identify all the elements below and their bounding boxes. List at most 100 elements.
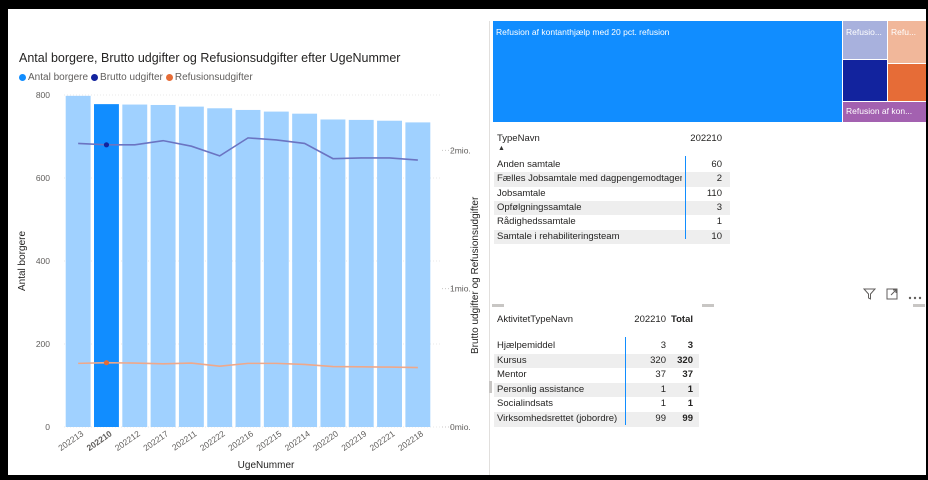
treemap-block-main[interactable]: Refusion af kontanthjælp med 20 pct. ref…	[493, 21, 842, 122]
table-row[interactable]: Fælles Jobsamtale med dagpengemodtager 2	[494, 172, 730, 187]
col-header-aktivitet[interactable]: AktivitetTypeNavn	[497, 314, 573, 325]
row-label-cell: Kursus	[497, 354, 527, 366]
x-tick-label: 202221	[368, 428, 397, 453]
x-tick-label: 202215	[254, 428, 283, 453]
bar-202221[interactable]	[377, 120, 402, 427]
row-value-cell: 1	[660, 398, 666, 410]
bar-202218[interactable]	[405, 122, 431, 427]
row-label-cell: Opfølgningssamtale	[497, 201, 582, 213]
y-tick-label: 800	[36, 90, 50, 100]
more-options-icon[interactable]	[908, 287, 922, 305]
resize-handle-top-left[interactable]	[492, 304, 504, 307]
table-row[interactable]: Virksomhedsrettet (jobordre) 99 99	[494, 412, 699, 427]
x-tick-label: 202218	[396, 428, 425, 453]
y-tick-label: 600	[36, 173, 50, 183]
row-value-cell: 3	[716, 201, 722, 213]
treemap-block-refu[interactable]: Refu...	[888, 21, 926, 63]
y-tick-label: 200	[36, 339, 50, 349]
bar-202219[interactable]	[348, 119, 374, 428]
aktivitet-table[interactable]: AktivitetTypeNavn 202210 Total Hjælpemid…	[494, 309, 699, 427]
x-tick-label: 202214	[283, 428, 312, 453]
row-label-cell: Anden samtale	[497, 159, 561, 170]
row-value-cell: 99	[655, 413, 666, 424]
combo-chart[interactable]: 0 200 400 600 800 0mio. 1mio. 2mio. 202213 202210…	[8, 9, 490, 475]
bar-202215[interactable]	[263, 111, 289, 427]
row-value-cell: 3	[660, 340, 666, 351]
row-label-cell: Hjælpemiddel	[497, 340, 556, 351]
y-tick-label: 0	[45, 422, 50, 432]
col-header-202210[interactable]: 202210	[664, 133, 722, 144]
row-label-cell: Personlig assistance	[497, 383, 585, 395]
secondary-axis-title: Brutto udgifter og Refusionsudgifter	[470, 196, 481, 354]
table-row[interactable]: Jobsamtale 110	[494, 187, 730, 201]
row-value-cell: 2	[716, 173, 722, 185]
table-column-divider	[685, 156, 686, 239]
x-tick-label: 202217	[141, 428, 170, 453]
row-label-cell: Samtale i rehabiliteringsteam	[497, 230, 620, 242]
table-column-divider	[625, 337, 626, 425]
resize-handle-left-mid[interactable]	[489, 381, 492, 393]
col-header-total[interactable]: Total	[666, 314, 693, 325]
treemap-block-orange[interactable]	[888, 64, 926, 101]
x-tick-label: 202210	[85, 428, 114, 453]
treemap-block-refusio[interactable]: Refusio...	[843, 21, 887, 59]
resize-handle-top-mid[interactable]	[702, 304, 714, 307]
table-row[interactable]: Opfølgningssamtale 3	[494, 200, 730, 216]
y2-tick-label: 2mio.	[450, 145, 471, 155]
report-canvas: Antal borgere, Brutto udgifter og Refusi…	[8, 9, 926, 475]
x-tick-label: 202212	[113, 428, 142, 453]
treemap-label-refu: Refu...	[891, 27, 917, 37]
table-row[interactable]: Kursus 320 320	[494, 353, 699, 369]
y-tick-label: 400	[36, 256, 50, 266]
table-row[interactable]: Socialindsats 1 1	[494, 397, 699, 412]
table-row[interactable]: Mentor 37 37	[494, 368, 699, 383]
row-value-cell: 1	[687, 383, 693, 395]
y2-tick-label: 1mio.	[450, 284, 471, 294]
x-tick-label: 202211	[170, 428, 199, 452]
bar-202212[interactable]	[122, 104, 148, 428]
row-value-cell: 1	[687, 398, 693, 410]
col-header-typenavn[interactable]: TypeNavn	[497, 133, 540, 144]
row-label-cell: Fælles Jobsamtale med dagpengemodtager	[497, 173, 682, 185]
typenavn-table[interactable]: TypeNavn ▲ 202210 Anden samtale 60 Fælles …	[494, 129, 730, 244]
treemap-block-purple[interactable]: Refusion af kon...	[843, 102, 926, 122]
row-label-cell: Mentor	[497, 369, 527, 381]
x-tick-label: 202216	[226, 428, 255, 453]
table-row[interactable]: Samtale i rehabiliteringsteam 10	[494, 229, 730, 244]
bar-202216[interactable]	[235, 109, 261, 427]
table-row[interactable]: Hjælpemiddel 3 3	[494, 339, 699, 354]
table-row[interactable]: Rådighedssamtale 1	[494, 215, 730, 229]
treemap-label-purple: Refusion af kon...	[846, 106, 913, 116]
focus-mode-icon[interactable]	[886, 287, 898, 305]
sort-ascending-icon[interactable]: ▲	[498, 145, 505, 152]
row-value-cell: 110	[706, 187, 722, 199]
x-tick-label: 202219	[339, 428, 368, 453]
y-axis-title: Antal borgere	[17, 231, 28, 291]
resize-handle-top-right[interactable]	[913, 304, 925, 307]
visual-divider	[489, 21, 490, 475]
table-row[interactable]: Anden samtale 60	[494, 158, 730, 172]
treemap-label-refusio: Refusio...	[846, 27, 882, 37]
bar-202214[interactable]	[292, 113, 318, 428]
row-value-cell: 1	[716, 216, 722, 228]
treemap-block-navy[interactable]	[843, 60, 887, 101]
row-value-cell: 1	[660, 383, 666, 395]
col-header-202210-b[interactable]: 202210	[622, 314, 666, 325]
bar-202211[interactable]	[178, 106, 204, 428]
row-value-cell: 320	[677, 354, 693, 366]
bar-202210[interactable]	[94, 104, 119, 427]
line-point-brutto-udgifter	[103, 142, 110, 148]
bar-202220[interactable]	[320, 119, 346, 428]
table-row[interactable]: Personlig assistance 1 1	[494, 382, 699, 398]
row-label-cell: Virksomhedsrettet (jobordre)	[497, 413, 618, 424]
x-tick-label: 202220	[311, 428, 340, 453]
row-value-cell: 60	[711, 159, 722, 170]
filter-icon[interactable]	[862, 287, 877, 305]
x-axis-title: UgeNummer	[238, 460, 295, 471]
treemap[interactable]: Refusion af kontanthjælp med 20 pct. ref…	[493, 21, 926, 122]
row-value-cell: 10	[711, 230, 722, 242]
y2-tick-label: 0mio.	[450, 422, 471, 432]
bar-202217[interactable]	[150, 104, 176, 428]
x-tick-label: 202213	[56, 428, 85, 453]
bar-202213[interactable]	[65, 95, 91, 427]
